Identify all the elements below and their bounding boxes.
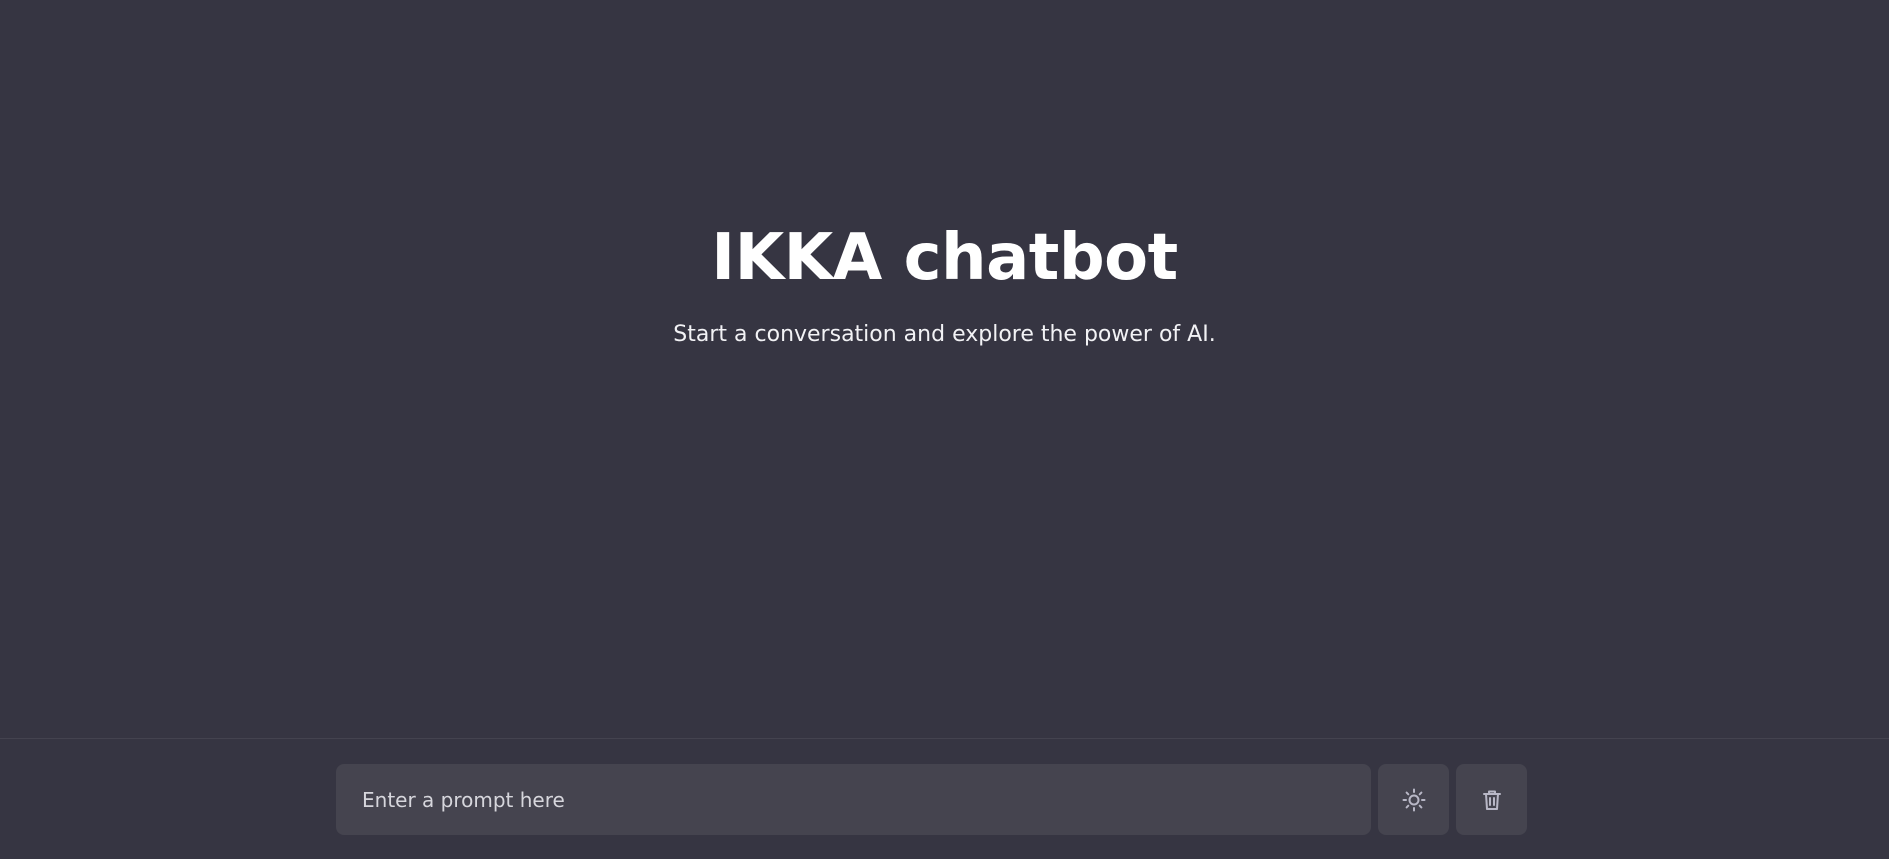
prompt-input[interactable]	[336, 764, 1371, 835]
page-title: IKKA chatbot	[711, 221, 1178, 295]
prompt-bar	[336, 764, 1527, 835]
trash-icon	[1480, 788, 1504, 812]
theme-toggle-button[interactable]	[1378, 764, 1449, 835]
prompt-footer	[0, 738, 1889, 859]
welcome-header: IKKA chatbot Start a conversation and ex…	[0, 213, 1889, 350]
page-subtitle: Start a conversation and explore the pow…	[673, 322, 1216, 347]
clear-chat-button[interactable]	[1456, 764, 1527, 835]
sun-icon	[1401, 787, 1427, 813]
chat-page: IKKA chatbot Start a conversation and ex…	[0, 0, 1889, 859]
